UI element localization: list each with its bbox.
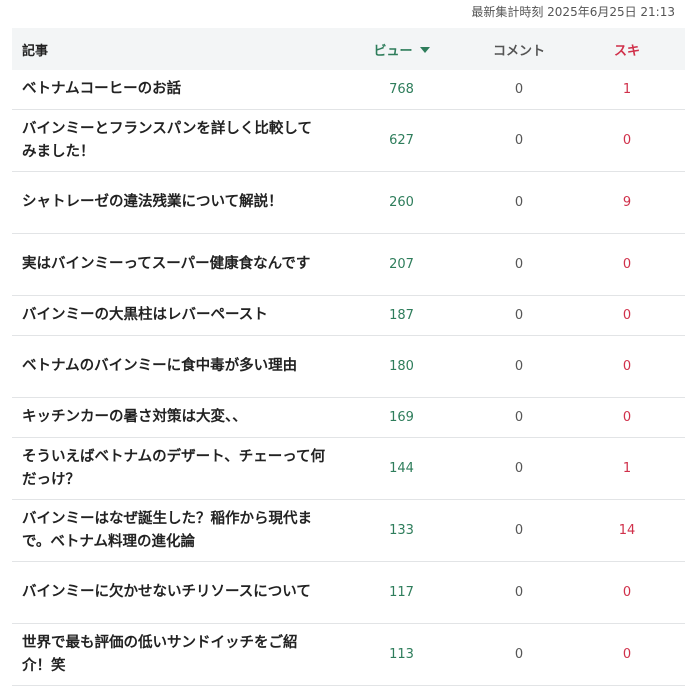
comment-count: 0	[514, 523, 524, 538]
view-count: 180	[389, 359, 414, 374]
table-row: バインミーに欠かせないチリソースについて 117 0 0	[12, 562, 685, 624]
table-row: シャトレーゼの違法残業について解説！ 260 0 9	[12, 172, 685, 234]
like-count: 0	[622, 257, 632, 272]
table-row: そういえばベトナムのデザート、チェーって何だっけ？ 144 0 1	[12, 438, 685, 500]
comment-count: 0	[514, 308, 524, 323]
like-count: 14	[618, 523, 636, 538]
article-title-link[interactable]: 実はバインミーってスーパー健康食なんです	[12, 253, 334, 276]
like-count: 0	[622, 410, 632, 425]
comment-count: 0	[514, 359, 524, 374]
article-title-link[interactable]: ベトナムのバインミーに食中毒が多い理由	[12, 355, 334, 378]
article-title-link[interactable]: そういえばベトナムのデザート、チェーって何だっけ？	[12, 446, 334, 492]
column-header-comments[interactable]: コメント	[469, 40, 569, 59]
view-count: 627	[389, 133, 414, 148]
like-count: 0	[622, 359, 632, 374]
column-header-views-label: ビュー	[373, 43, 413, 59]
view-count: 169	[389, 410, 414, 425]
comment-count: 0	[514, 82, 524, 97]
last-updated-timestamp: 最新集計時刻 2025年6月25日 21:13	[471, 5, 675, 19]
table-row: キッチンカーの暑さ対策は大変、、 169 0 0	[12, 398, 685, 438]
table-row: ベトナムのバインミーに食中毒が多い理由 180 0 0	[12, 336, 685, 398]
column-header-article: 記事	[22, 43, 49, 59]
article-title-link[interactable]: 世界で最も評価の低いサンドイッチをご紹介！笑	[12, 632, 334, 678]
view-count: 133	[389, 523, 414, 538]
table-row: 世界で最も評価の低いサンドイッチをご紹介！笑 113 0 0	[12, 624, 685, 686]
table-row: バインミーはなぜ誕生した？稲作から現代まで。ベトナム料理の進化論 133 0 1…	[12, 500, 685, 562]
view-count: 113	[389, 647, 414, 662]
view-count: 207	[389, 257, 414, 272]
article-title-link[interactable]: ベトナムコーヒーのお話	[12, 78, 334, 101]
comment-count: 0	[514, 195, 524, 210]
article-title-link[interactable]: バインミーの大黒柱はレバーペースト	[12, 304, 334, 327]
article-title-link[interactable]: バインミーはなぜ誕生した？稲作から現代まで。ベトナム料理の進化論	[12, 508, 334, 554]
table-row: バインミーの大黒柱はレバーペースト 187 0 0	[12, 296, 685, 336]
article-title-link[interactable]: バインミーとフランスパンを詳しく比較してみました！	[12, 118, 334, 164]
view-count: 768	[389, 82, 414, 97]
table-row: ベトナムコーヒーのお話 768 0 1	[12, 70, 685, 110]
view-count: 144	[389, 461, 414, 476]
like-count: 9	[622, 195, 632, 210]
comment-count: 0	[514, 410, 524, 425]
table-row: 実はバインミーってスーパー健康食なんです 207 0 0	[12, 234, 685, 296]
column-header-likes[interactable]: スキ	[569, 40, 685, 59]
like-count: 1	[622, 461, 632, 476]
like-count: 0	[622, 133, 632, 148]
like-count: 1	[622, 82, 632, 97]
table-header: 記事 ビュー コメント スキ	[12, 28, 685, 70]
like-count: 0	[622, 308, 632, 323]
article-title-link[interactable]: キッチンカーの暑さ対策は大変、、	[12, 406, 334, 429]
like-count: 0	[622, 585, 632, 600]
view-count: 187	[389, 308, 414, 323]
view-count: 117	[389, 585, 414, 600]
article-title-link[interactable]: バインミーに欠かせないチリソースについて	[12, 581, 334, 604]
sort-desc-icon	[419, 46, 430, 53]
article-stats-table: 記事 ビュー コメント スキ ベトナムコーヒーのお話 768 0 1 バインミー…	[12, 28, 685, 686]
like-count: 0	[622, 647, 632, 662]
comment-count: 0	[514, 647, 524, 662]
view-count: 260	[389, 195, 414, 210]
article-title-link[interactable]: シャトレーゼの違法残業について解説！	[12, 191, 334, 214]
table-row: バインミーとフランスパンを詳しく比較してみました！ 627 0 0	[12, 110, 685, 172]
column-header-views[interactable]: ビュー	[334, 40, 469, 59]
comment-count: 0	[514, 133, 524, 148]
comment-count: 0	[514, 585, 524, 600]
comment-count: 0	[514, 461, 524, 476]
comment-count: 0	[514, 257, 524, 272]
